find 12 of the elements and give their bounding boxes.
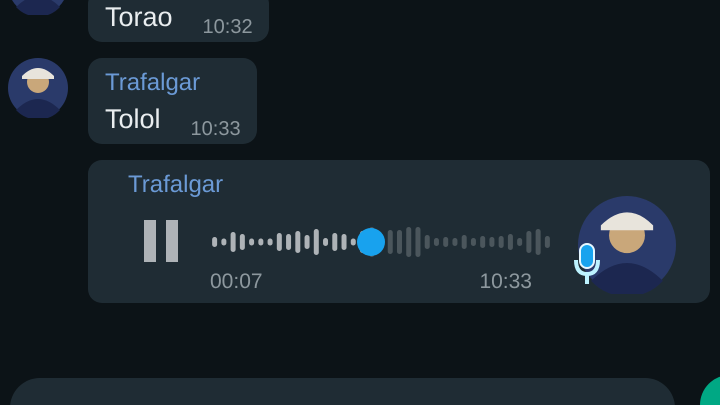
message-time: 10:33: [479, 270, 532, 294]
microphone-icon: [574, 242, 600, 286]
voice-duration: 00:07: [210, 270, 263, 294]
avatar-icon: [8, 58, 68, 118]
playback-slider-thumb[interactable]: [356, 228, 385, 256]
message-time: 10:32: [202, 16, 253, 38]
avatar-icon: [578, 196, 676, 294]
message-text: Tolol: [105, 103, 161, 136]
message-text: Torao: [105, 1, 173, 34]
sender-name: Trafalgar: [128, 170, 224, 200]
sender-name: Trafalgar: [105, 68, 200, 98]
message-time: 10:33: [190, 118, 241, 140]
